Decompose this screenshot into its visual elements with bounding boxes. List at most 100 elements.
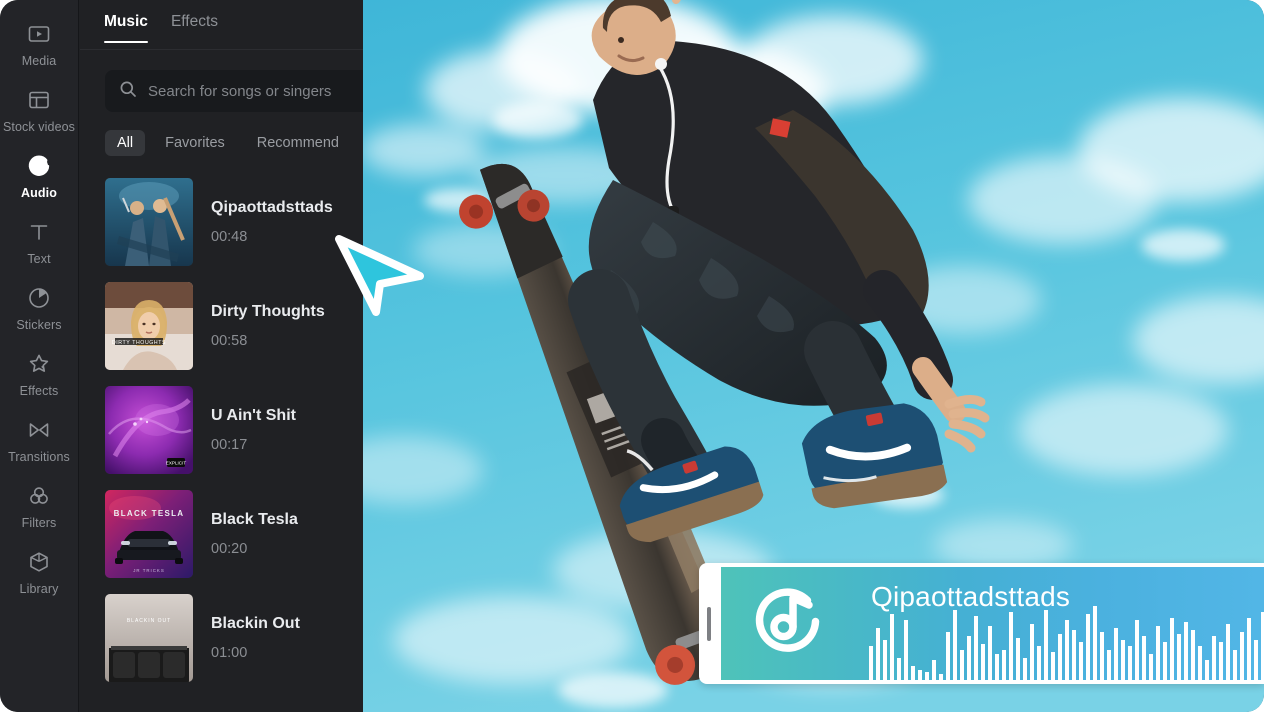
- waveform-bar: [904, 620, 908, 680]
- waveform-bar: [960, 650, 964, 680]
- song-title: U Ain't Shit: [211, 407, 296, 424]
- waveform-bar: [876, 628, 880, 680]
- song-duration: 00:20: [211, 541, 248, 557]
- song-meta: Blackin Out 01:00: [211, 615, 300, 661]
- sidebar-item-media[interactable]: Media: [0, 12, 79, 78]
- waveform-bar: [925, 672, 929, 680]
- waveform-bar: [1002, 650, 1006, 680]
- album-cover-band: [105, 178, 193, 266]
- waveform-bar: [953, 610, 957, 680]
- waveform-bar: [1142, 636, 1146, 680]
- waveform-bar: [1135, 620, 1139, 680]
- waveform-bar: [1072, 630, 1076, 680]
- tab-music[interactable]: Music: [104, 0, 148, 43]
- waveform-bar: [946, 632, 950, 680]
- waveform-bar: [995, 654, 999, 680]
- list-item[interactable]: EXPLICIT U Ain't Shit 00:17: [80, 378, 363, 482]
- clip-body[interactable]: Qipaottadsttads: [721, 567, 1264, 680]
- sidebar-item-transitions[interactable]: Transitions: [0, 408, 79, 474]
- search-input[interactable]: [148, 82, 363, 100]
- waveform-bar: [1114, 628, 1118, 680]
- sidebar-item-filters[interactable]: Filters: [0, 474, 79, 540]
- song-meta: Qipaottadsttads 00:48: [211, 199, 333, 245]
- waveform-bar: [1128, 646, 1132, 680]
- clip-waveform: [869, 606, 1264, 680]
- waveform-bar: [1177, 634, 1181, 680]
- sidebar-item-label: Media: [21, 54, 57, 68]
- waveform-bar: [1219, 642, 1223, 680]
- waveform-bar: [869, 646, 873, 680]
- clip-trim-handle-left[interactable]: [707, 606, 711, 641]
- sidebar-item-text[interactable]: Text: [0, 210, 79, 276]
- sidebar-item-label: Audio: [21, 186, 57, 200]
- sidebar-item-stock-videos[interactable]: Stock videos: [0, 78, 79, 144]
- svg-text:EXPLICIT: EXPLICIT: [166, 461, 187, 466]
- waveform-bar: [918, 670, 922, 680]
- sidebar-item-label: Effects: [19, 384, 59, 398]
- sidebar-item-label: Stock videos: [2, 120, 76, 134]
- sidebar-item-label: Text: [27, 252, 51, 266]
- tab-label: Effects: [170, 13, 219, 30]
- sidebar-item-audio[interactable]: Audio: [0, 144, 79, 210]
- text-icon: [26, 219, 52, 245]
- svg-text:BLACK TESLA: BLACK TESLA: [114, 509, 185, 518]
- svg-text:JR TRICKS: JR TRICKS: [133, 568, 165, 573]
- filter-chip-recommend[interactable]: Recommend: [245, 130, 351, 156]
- waveform-bar: [1184, 622, 1188, 680]
- waveform-bar: [981, 644, 985, 680]
- song-duration: 00:58: [211, 333, 248, 349]
- waveform-bar: [1212, 636, 1216, 680]
- sidebar-item-library[interactable]: Library: [0, 540, 79, 606]
- waveform-bar: [1191, 630, 1195, 680]
- song-title: Qipaottadsttads: [211, 199, 333, 216]
- waveform-bar: [1170, 618, 1174, 680]
- list-item[interactable]: DIRTY THOUGHTS Dirty Thoughts 00:58: [80, 274, 363, 378]
- chip-label: Favorites: [165, 135, 225, 151]
- waveform-bar: [1205, 660, 1209, 680]
- svg-text:DIRTY THOUGHTS: DIRTY THOUGHTS: [112, 340, 166, 346]
- waveform-bar: [1149, 654, 1153, 680]
- sidebar-item-effects[interactable]: Effects: [0, 342, 79, 408]
- music-note-circle-icon: [749, 582, 827, 665]
- sidebar-item-label: Filters: [21, 516, 57, 530]
- filter-chip-all[interactable]: All: [105, 130, 146, 156]
- waveform-bar: [1051, 652, 1055, 680]
- panel-tabbar: Music Effects: [80, 0, 363, 50]
- waveform-bar: [1247, 618, 1251, 680]
- waveform-bar: [1093, 606, 1097, 680]
- sidebar-item-label: Transitions: [8, 450, 70, 464]
- stickers-icon: [26, 285, 52, 311]
- waveform-bar: [1100, 632, 1104, 680]
- tab-label: Music: [104, 13, 148, 30]
- waveform-bar: [1086, 614, 1090, 680]
- effects-icon: [26, 351, 52, 377]
- waveform-bar: [939, 674, 943, 680]
- song-list[interactable]: Qipaottadsttads 00:48 DIRTY THOUGHTS Dir…: [80, 170, 363, 690]
- sidebar-item-label: Stickers: [16, 318, 62, 332]
- audio-panel: Music Effects All Favorites R: [80, 0, 363, 712]
- waveform-bar: [1058, 634, 1062, 680]
- waveform-bar: [974, 616, 978, 680]
- list-item[interactable]: Qipaottadsttads 00:48: [80, 170, 363, 274]
- waveform-bar: [1037, 646, 1041, 680]
- search-box[interactable]: [105, 70, 363, 112]
- audio-clip-overlay[interactable]: Qipaottadsttads: [699, 563, 1264, 684]
- waveform-bar: [1198, 646, 1202, 680]
- album-cover-purple: EXPLICIT: [105, 386, 193, 474]
- filter-chip-favorites[interactable]: Favorites: [153, 130, 237, 156]
- tab-effects[interactable]: Effects: [171, 0, 218, 31]
- list-item[interactable]: BLACK TESLA JR TRICKS Black Tesla 00:20: [80, 482, 363, 586]
- song-meta: U Ain't Shit 00:17: [211, 407, 296, 453]
- waveform-bar: [1254, 640, 1258, 680]
- waveform-bar: [1023, 658, 1027, 680]
- waveform-bar: [1065, 620, 1069, 680]
- waveform-bar: [1163, 642, 1167, 680]
- waveform-bar: [932, 660, 936, 680]
- song-title: Blackin Out: [211, 615, 300, 632]
- list-item[interactable]: BLACKIN OUT Blackin Out 01:00: [80, 586, 363, 690]
- song-title: Black Tesla: [211, 511, 298, 528]
- waveform-bar: [1226, 624, 1230, 680]
- sidebar-item-stickers[interactable]: Stickers: [0, 276, 79, 342]
- waveform-bar: [1107, 650, 1111, 680]
- song-duration: 00:48: [211, 229, 248, 245]
